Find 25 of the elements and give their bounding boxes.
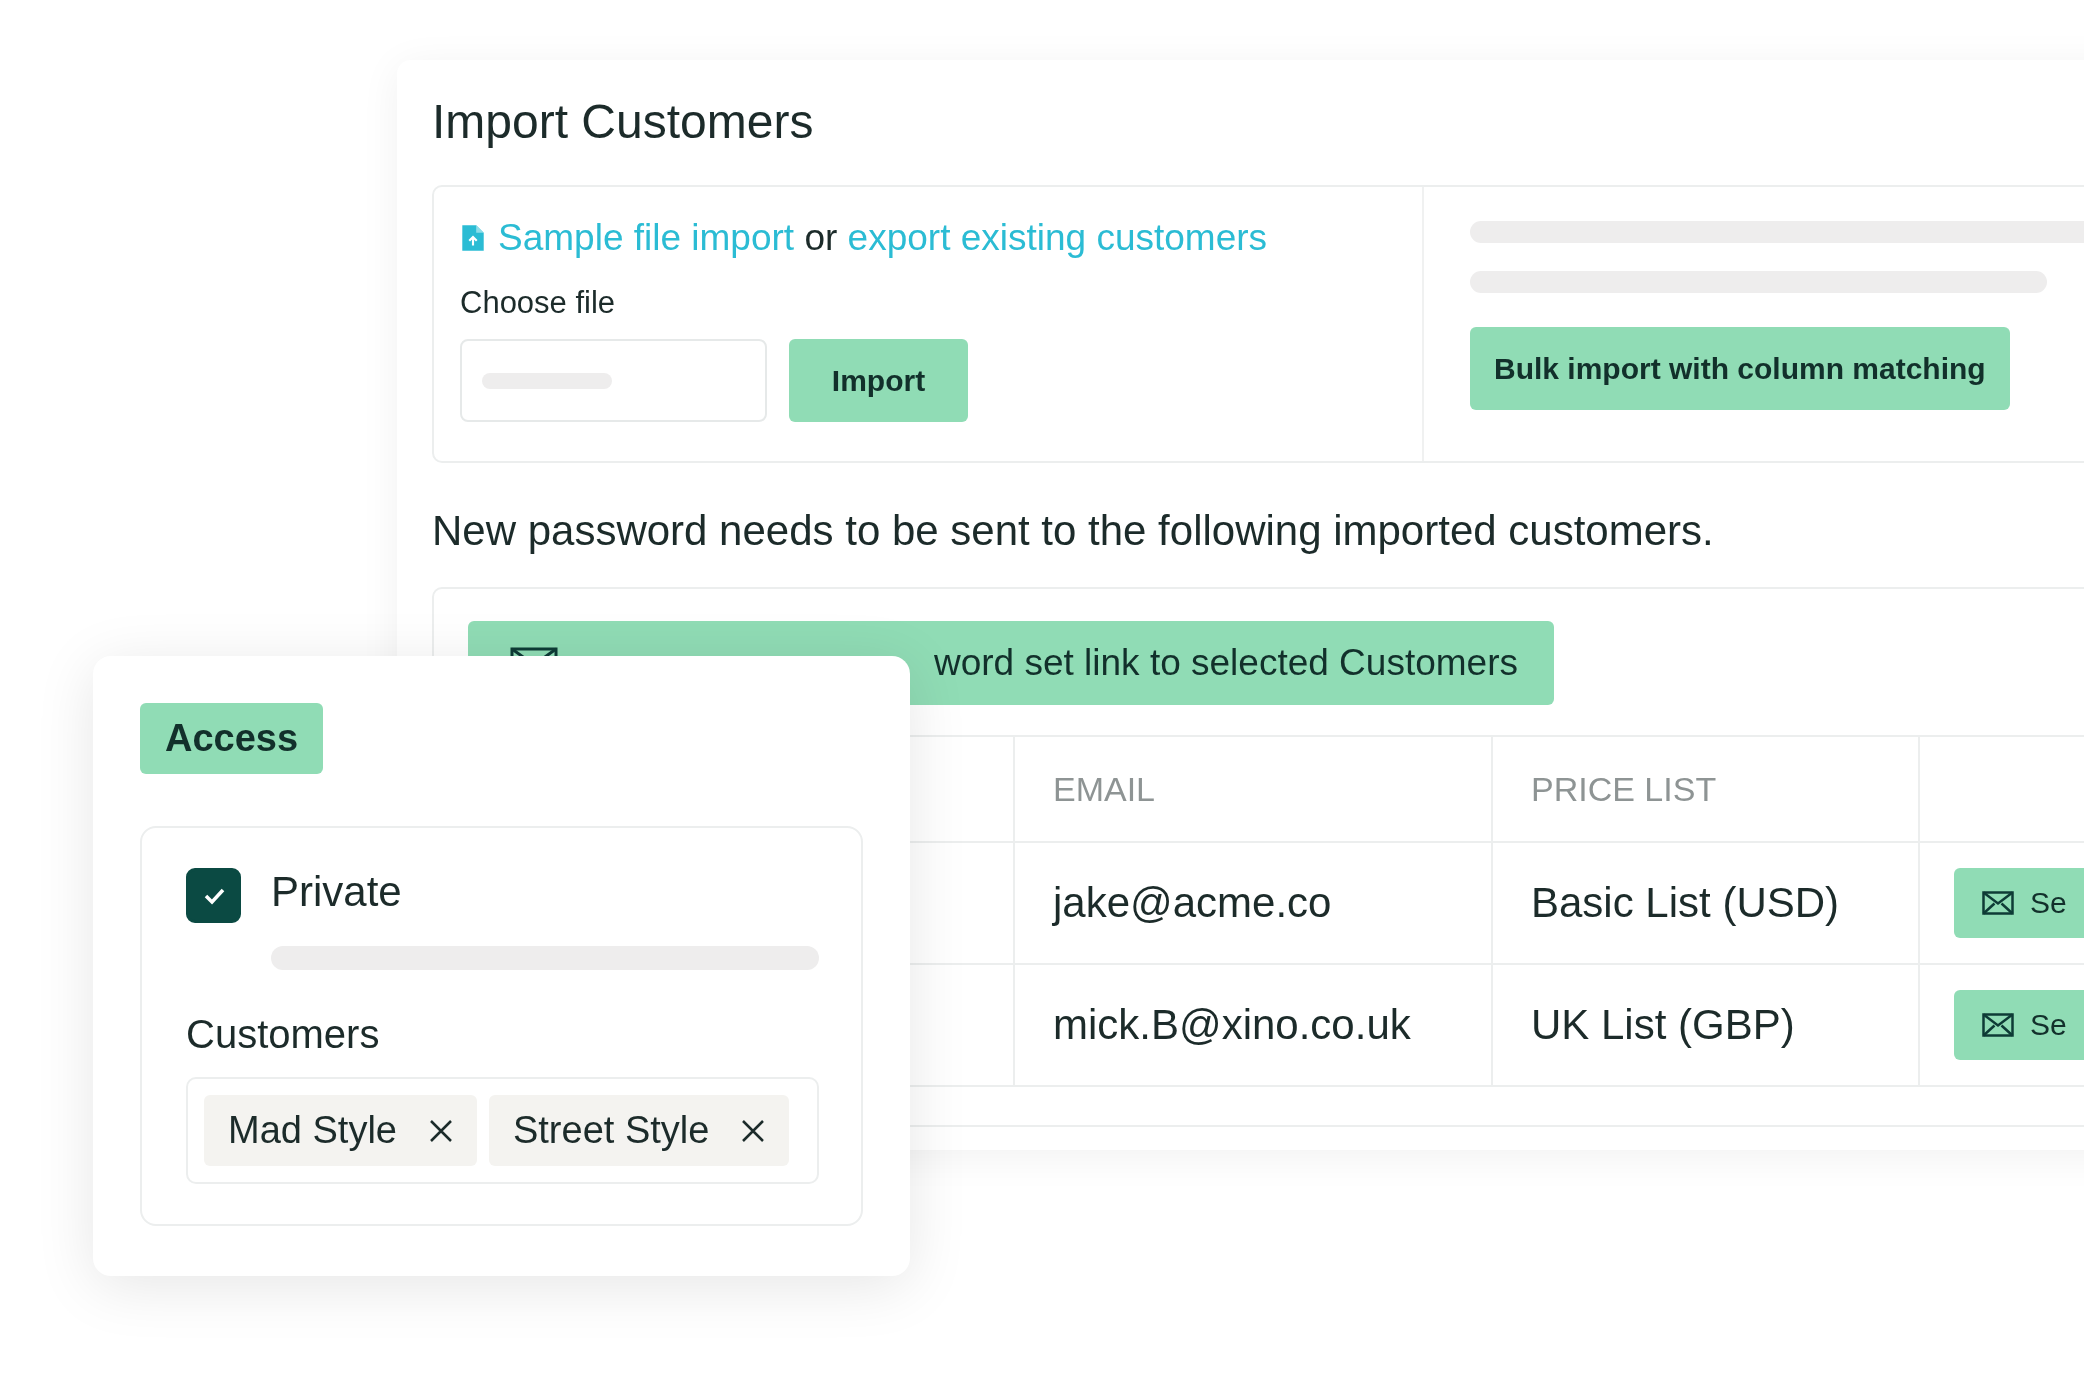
private-label: Private: [271, 868, 403, 916]
import-button[interactable]: Import: [789, 339, 968, 422]
tag-label: Street Style: [512, 1109, 710, 1152]
column-header: EMAIL: [1015, 737, 1493, 841]
send-button[interactable]: Se: [1954, 868, 2084, 938]
table-cell: UK List (GBP): [1493, 965, 1920, 1085]
checkbox[interactable]: [186, 868, 241, 923]
notice-text: New password needs to be sent to the following imported customers.: [432, 507, 1715, 555]
table-cell: jake@acme.co: [1015, 843, 1493, 963]
file-field[interactable]: [460, 339, 767, 422]
access-badge: Access: [140, 703, 324, 774]
tag-label: Mad Style: [228, 1109, 397, 1152]
bulk-import-button[interactable]: Bulk import with column matching: [1470, 327, 2010, 410]
choose-file-label: Choose file: [460, 285, 617, 321]
envelope-icon: [1982, 891, 2014, 915]
send-button[interactable]: Se: [1954, 990, 2084, 1060]
table-cell: mick.B@xino.co.uk: [1015, 965, 1493, 1085]
import-links-text: Sample file import or export existing customers: [498, 217, 1268, 259]
envelope-icon: [1982, 1013, 2014, 1037]
column-header: PRICE LIST: [1493, 737, 1920, 841]
file-upload-icon: [460, 223, 486, 253]
table-cell: Basic List (USD): [1493, 843, 1920, 963]
customers-label: Customers: [186, 1012, 381, 1057]
page-title: Import Customers: [432, 94, 815, 149]
customers-tag-field[interactable]: Mad Style Street Style: [186, 1077, 819, 1184]
